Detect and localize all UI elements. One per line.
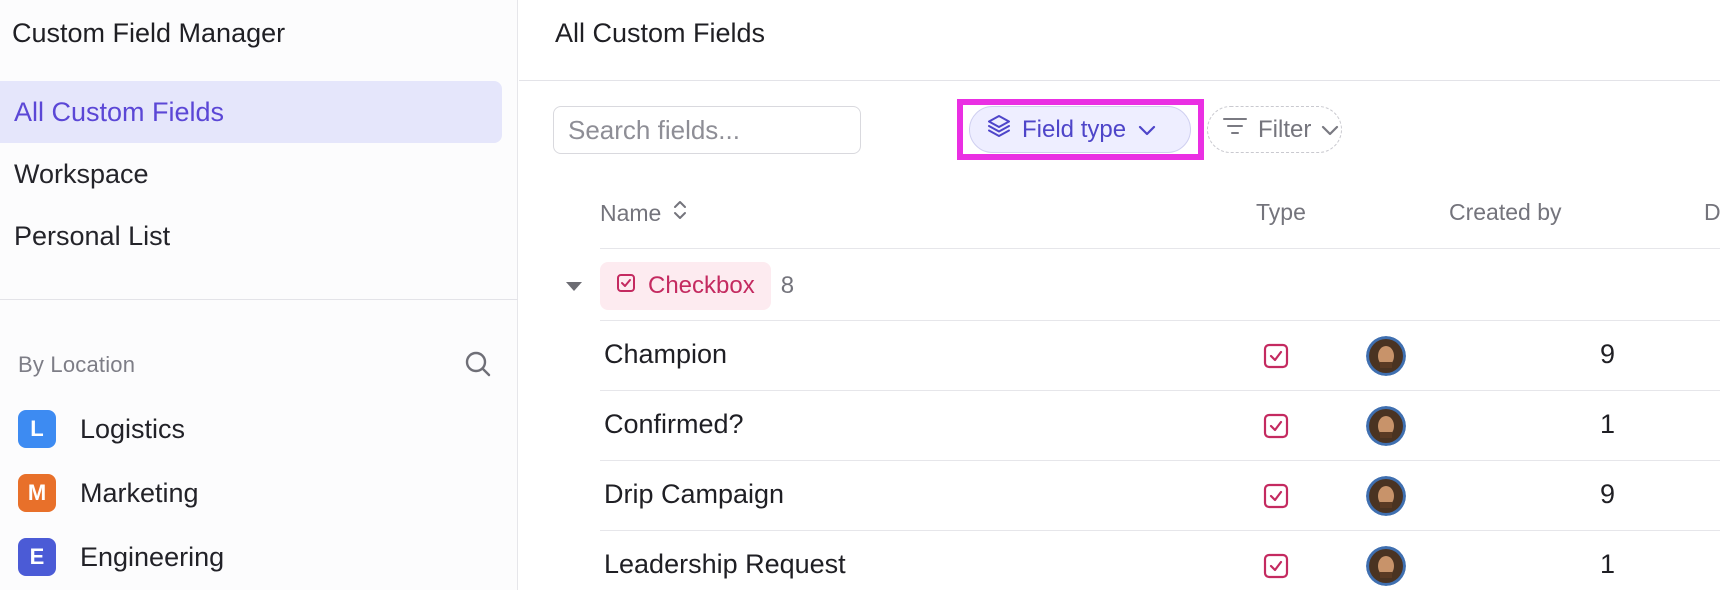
field-type-button[interactable]: Field type	[969, 106, 1191, 153]
group-label: Checkbox	[648, 272, 755, 299]
avatar[interactable]	[1366, 546, 1406, 586]
sidebar-divider	[0, 299, 518, 300]
field-type-label: Field type	[1022, 115, 1127, 143]
chevron-down-icon	[1321, 116, 1339, 144]
location-label: Engineering	[80, 541, 225, 572]
sidebar-title: Custom Field Manager	[12, 18, 286, 48]
avatar[interactable]	[1366, 406, 1406, 446]
nav-item-all-custom-fields[interactable]: All Custom Fields	[0, 81, 502, 143]
column-header-label: Name	[600, 199, 662, 226]
avatar[interactable]	[1366, 476, 1406, 516]
search-input[interactable]	[553, 106, 861, 154]
location-item-logistics[interactable]: L Logistics	[18, 409, 185, 449]
field-name: Drip Campaign	[604, 479, 785, 509]
location-label: Logistics	[80, 413, 186, 444]
table-row[interactable]: Confirmed? 1	[600, 391, 1720, 461]
avatar[interactable]	[1366, 336, 1406, 376]
column-header-created-by[interactable]: Created by	[1449, 199, 1562, 226]
sort-icon	[673, 199, 687, 227]
date-cell: 9	[1600, 339, 1616, 369]
group-row-checkbox: Checkbox 8	[564, 262, 794, 310]
section-label-by-location: By Location	[18, 352, 136, 377]
chevron-down-icon	[1138, 116, 1156, 144]
page-title: All Custom Fields	[555, 18, 766, 48]
nav-item-personal-list[interactable]: Personal List	[0, 205, 502, 267]
table-row[interactable]: Champion 9	[600, 321, 1720, 391]
checkbox-type-icon	[1263, 343, 1289, 374]
location-badge: L	[18, 410, 56, 448]
table-row[interactable]: Drip Campaign 9	[600, 461, 1720, 531]
filter-label: Filter	[1258, 115, 1312, 143]
location-badge: E	[18, 538, 56, 576]
location-badge: M	[18, 474, 56, 512]
location-item-marketing[interactable]: M Marketing	[18, 473, 199, 513]
search-icon[interactable]	[464, 350, 492, 378]
checkbox-type-icon	[1263, 413, 1289, 444]
checkbox-icon	[616, 272, 636, 300]
field-name: Leadership Request	[604, 549, 846, 579]
date-cell: 1	[1600, 409, 1616, 439]
group-chip[interactable]: Checkbox	[600, 262, 771, 310]
field-name: Champion	[604, 339, 728, 369]
field-name: Confirmed?	[604, 409, 744, 439]
checkbox-type-icon	[1263, 553, 1289, 584]
nav-item-workspace[interactable]: Workspace	[0, 143, 502, 205]
layers-icon	[986, 113, 1012, 146]
filter-button[interactable]: Filter	[1207, 106, 1342, 153]
filter-icon	[1222, 115, 1248, 144]
header-divider	[519, 80, 1720, 81]
table-row[interactable]: Leadership Request 1	[600, 531, 1720, 590]
column-header-date[interactable]: D	[1704, 199, 1720, 226]
main-panel: All Custom Fields Field type Filter Name…	[519, 0, 1720, 590]
group-count: 8	[780, 272, 795, 299]
header-row-divider	[600, 248, 1720, 249]
caret-down-icon[interactable]	[566, 281, 582, 291]
column-header-type[interactable]: Type	[1256, 199, 1306, 226]
column-header-name[interactable]: Name	[600, 199, 687, 227]
location-item-engineering[interactable]: E Engineering	[18, 537, 224, 577]
location-label: Marketing	[80, 477, 199, 508]
date-cell: 9	[1600, 479, 1616, 509]
checkbox-type-icon	[1263, 483, 1289, 514]
sidebar: Custom Field Manager All Custom Fields W…	[0, 0, 518, 590]
date-cell: 1	[1600, 549, 1616, 579]
